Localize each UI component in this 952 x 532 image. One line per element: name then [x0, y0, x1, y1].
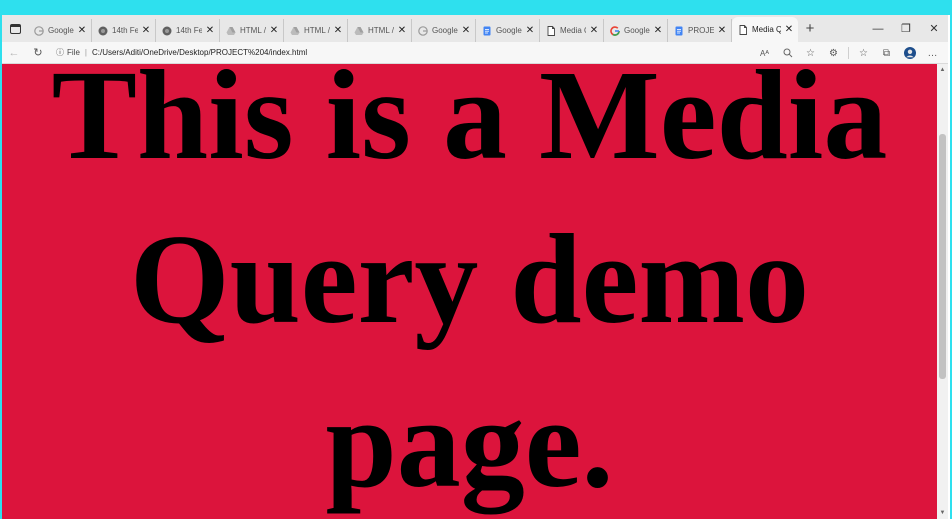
- globe-icon: [98, 26, 108, 36]
- tab-title: Media Q: [560, 26, 586, 35]
- star-icon: ☆: [806, 47, 815, 59]
- new-tab-button[interactable]: +: [798, 15, 822, 42]
- tab-close-icon[interactable]: ✕: [653, 25, 663, 36]
- tab-actions-icon: [9, 23, 21, 34]
- tab-title: Media Q: [752, 25, 781, 34]
- window-controls: — ❐ ✕: [864, 15, 948, 42]
- extensions-icon: ⚙: [829, 47, 838, 59]
- add-favorite-button[interactable]: ☆: [799, 42, 822, 64]
- profile-avatar-icon: [903, 47, 916, 59]
- tab-title: 14th Feb: [112, 26, 138, 35]
- page-viewport: This is a Media Query demo page. ▲ ▼: [2, 64, 948, 519]
- profile-button[interactable]: [898, 42, 921, 64]
- google-g-icon: [34, 25, 44, 36]
- tab-close-icon[interactable]: ✕: [717, 25, 727, 36]
- minimize-button[interactable]: —: [864, 15, 892, 42]
- tab-close-icon[interactable]: ✕: [525, 25, 535, 36]
- tab-list: Google✕14th Feb✕14th Feb✕HTML /✕HTML /✕H…: [28, 15, 798, 42]
- google-g-color-icon: [610, 25, 620, 36]
- tab-close-icon[interactable]: ✕: [269, 25, 279, 36]
- browser-tab[interactable]: HTML / ✕: [348, 19, 412, 42]
- address-separator: |: [84, 48, 87, 57]
- drive-icon: [226, 26, 236, 36]
- browser-tab[interactable]: PROJEC✕: [668, 19, 732, 42]
- read-aloud-button[interactable]: Aᴬ: [753, 42, 776, 64]
- browser-tab[interactable]: Google ✕: [476, 19, 540, 42]
- drive-icon: [290, 26, 300, 36]
- scrollbar-thumb[interactable]: [939, 134, 946, 379]
- browser-tab[interactable]: 14th Feb✕: [156, 19, 220, 42]
- browser-window: Google✕14th Feb✕14th Feb✕HTML /✕HTML /✕H…: [2, 15, 948, 519]
- tab-title: Google: [48, 26, 74, 35]
- tab-title: Google: [624, 26, 650, 35]
- read-aloud-icon: Aᴬ: [760, 48, 769, 58]
- zoom-icon: [783, 48, 792, 58]
- extensions-button[interactable]: ⚙: [822, 42, 845, 64]
- collections-button[interactable]: ⧉: [875, 42, 898, 64]
- screenshot-frame-top: [0, 0, 952, 15]
- tab-close-icon[interactable]: ✕: [333, 25, 343, 36]
- info-icon: ⓘ: [56, 48, 64, 57]
- page-icon: [546, 25, 556, 36]
- browser-tab[interactable]: Google ✕: [28, 19, 92, 42]
- tab-actions-menu-button[interactable]: [2, 15, 28, 42]
- browser-tab[interactable]: HTML / ✕: [220, 19, 284, 42]
- browser-tab[interactable]: Media Q✕: [540, 19, 604, 42]
- google-g-icon: [418, 25, 428, 36]
- toolbar-divider: [848, 47, 849, 59]
- browser-tab[interactable]: HTML / ✕: [284, 19, 348, 42]
- collections-icon: ⧉: [882, 47, 891, 59]
- drive-icon: [354, 26, 364, 36]
- favorites-list-icon: ☆: [859, 47, 868, 59]
- tab-title: Google: [496, 26, 522, 35]
- close-window-button[interactable]: ✕: [920, 15, 948, 42]
- site-info-button[interactable]: ⓘ File: [56, 47, 80, 58]
- tab-title: PROJEC: [688, 26, 714, 35]
- tab-close-icon[interactable]: ✕: [77, 25, 87, 36]
- browser-tab[interactable]: Google ✕: [604, 19, 668, 42]
- favorites-button[interactable]: ☆: [852, 42, 875, 64]
- tab-close-icon[interactable]: ✕: [397, 25, 407, 36]
- tab-strip: Google✕14th Feb✕14th Feb✕HTML /✕HTML /✕H…: [2, 15, 948, 42]
- tab-title: HTML /: [240, 26, 266, 35]
- globe-icon: [162, 26, 172, 36]
- tab-close-icon[interactable]: ✕: [205, 25, 215, 36]
- screenshot-frame-bottom: [0, 519, 952, 532]
- back-button[interactable]: ←: [2, 42, 26, 64]
- url-text[interactable]: C:/Users/Aditi/OneDrive/Desktop/PROJECT%…: [92, 48, 307, 57]
- tab-close-icon[interactable]: ✕: [784, 24, 794, 35]
- page-heading: This is a Media Query demo page.: [51, 64, 888, 514]
- docs-icon: [482, 26, 492, 36]
- tab-title: 14th Feb: [176, 26, 202, 35]
- browser-tab[interactable]: 14th Feb✕: [92, 19, 156, 42]
- zoom-button[interactable]: [776, 42, 799, 64]
- tab-close-icon[interactable]: ✕: [141, 25, 151, 36]
- reload-button[interactable]: ↻: [26, 42, 50, 64]
- docs-icon: [674, 26, 684, 36]
- address-bar[interactable]: ⓘ File | C:/Users/Aditi/OneDrive/Desktop…: [56, 44, 666, 62]
- page-icon: [738, 24, 748, 35]
- tab-title: HTML /: [304, 26, 330, 35]
- tab-close-icon[interactable]: ✕: [589, 25, 599, 36]
- scheme-label: File: [67, 48, 80, 57]
- tab-title: HTML /: [368, 26, 394, 35]
- vertical-scrollbar[interactable]: ▲ ▼: [937, 64, 948, 519]
- scroll-up-icon[interactable]: ▲: [937, 64, 948, 76]
- more-icon: …: [927, 47, 938, 59]
- reload-icon: ↻: [33, 47, 43, 59]
- tab-close-icon[interactable]: ✕: [461, 25, 471, 36]
- scroll-down-icon[interactable]: ▼: [937, 507, 948, 519]
- back-arrow-icon: ←: [8, 46, 20, 59]
- toolbar-right-tools: Aᴬ ☆ ⚙ ☆ ⧉ …: [753, 42, 944, 64]
- settings-more-button[interactable]: …: [921, 42, 944, 64]
- restore-button[interactable]: ❐: [892, 15, 920, 42]
- browser-toolbar: ← ↻ ⓘ File | C:/Users/Aditi/OneDrive/Des…: [2, 42, 948, 64]
- tab-title: Google: [432, 26, 458, 35]
- browser-tab[interactable]: Google ✕: [412, 19, 476, 42]
- tab-active[interactable]: Media Q ✕: [732, 17, 798, 42]
